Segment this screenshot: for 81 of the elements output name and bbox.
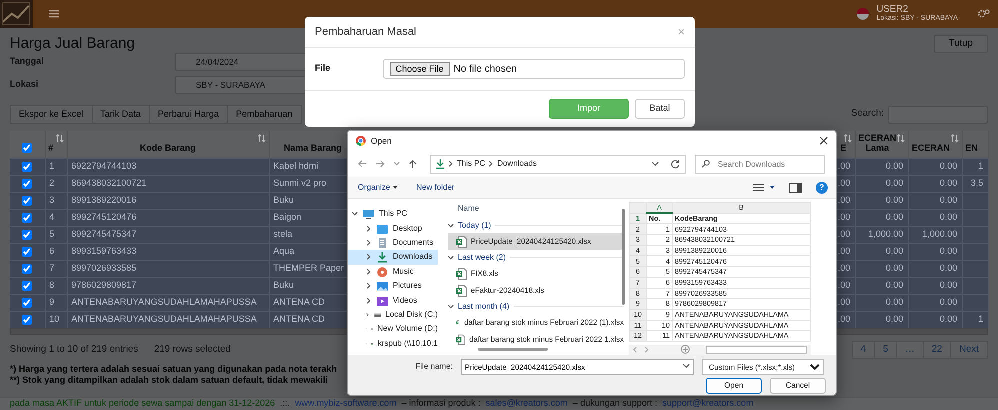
table-cell: 8992745120476 xyxy=(72,212,137,222)
table-cell: ANTENABARUYANGSUDAHLAMAHAPUSSA xyxy=(72,297,257,307)
table-cell: 0.00 xyxy=(940,314,958,324)
table-cell: Baigon xyxy=(274,212,302,222)
table-cell: .00 xyxy=(838,314,850,324)
table-cell: 1,000.00 xyxy=(922,229,958,239)
table-cell: .00 xyxy=(838,263,850,273)
search-label: Search: xyxy=(851,107,884,122)
table-cell: ANTENA CD xyxy=(274,297,326,307)
table-cell: .00 xyxy=(838,178,850,188)
dialog-title: Open xyxy=(371,134,393,148)
table-cell: 1,000.00 xyxy=(868,229,904,239)
table-cell: .00 xyxy=(838,195,850,205)
table-cell: 0.00 xyxy=(940,280,958,290)
table-cell: 0.00 xyxy=(886,246,904,256)
table-cell: THEMPER Paper xyxy=(274,263,344,273)
table-cell: stela xyxy=(274,229,293,239)
entries-info: Showing 1 to 10 of 219 entries xyxy=(10,343,138,357)
user-name: USER2 xyxy=(876,5,908,16)
table-cell: 0.00 xyxy=(940,195,958,205)
table-cell: ANTENABARUYANGSUDAHLAMAHAPUSSA xyxy=(72,314,257,324)
table-cell: 3 xyxy=(50,195,55,205)
table-cell: 8 xyxy=(50,280,55,290)
table-cell: 2 xyxy=(50,178,55,188)
table-cell: ANTENA CD xyxy=(274,314,326,324)
table-cell: .00 xyxy=(838,280,850,290)
table-cell: 0.00 xyxy=(886,161,904,171)
table-cell: 8992745475347 xyxy=(72,229,137,239)
table-cell: 0.00 xyxy=(940,246,958,256)
table-cell: 1 xyxy=(978,161,984,171)
table-cell: 10 xyxy=(50,314,60,324)
table-cell: 1 xyxy=(978,314,984,324)
table-cell: 0.00 xyxy=(940,161,958,171)
table-cell: 0.00 xyxy=(886,297,904,307)
table-cell: 0.00 xyxy=(886,314,904,324)
table-cell: Buku xyxy=(274,195,294,205)
table-cell: .00 xyxy=(838,246,850,256)
file-status: No file chosen xyxy=(454,62,518,76)
footer-text: pada masa AKTIF untuk periode sewa sampai dengan 31-12-2026 xyxy=(10,397,276,410)
table-cell: 0.00 xyxy=(940,297,958,307)
table-cell: 1 xyxy=(50,161,55,171)
table-cell: 6 xyxy=(50,246,55,256)
modal-title: Pembaharuan Masal xyxy=(315,24,417,40)
field-label: Lokasi xyxy=(10,78,40,92)
table-cell: .00 xyxy=(838,229,850,239)
table-cell: 8991389220016 xyxy=(72,195,137,205)
table-cell: Sunmi v2 pro xyxy=(274,178,327,188)
table-cell: 0.00 xyxy=(886,263,904,273)
table-cell: Buku xyxy=(274,280,294,290)
table-cell: 5 xyxy=(50,229,55,239)
table-cell: .00 xyxy=(838,297,850,307)
table-cell: 0.00 xyxy=(940,178,958,188)
table-cell: 0.00 xyxy=(886,178,904,188)
table-cell: 0.00 xyxy=(940,263,958,273)
field-label: File name: xyxy=(414,361,453,373)
table-cell: 9 xyxy=(50,297,55,307)
table-cell: 0.00 xyxy=(886,212,904,222)
footnote: *) Harga yang tertera adalah sesuai satuan yang digunakan pada nota terakh xyxy=(10,364,338,376)
table-cell: Kabel hdmi xyxy=(274,161,319,171)
table-cell: 7 xyxy=(50,263,55,273)
selection-info: 219 rows selected xyxy=(154,343,231,357)
footer-text: – informasi produk : xyxy=(402,397,481,410)
table-cell: 8993159763433 xyxy=(72,246,137,256)
footer-text: – dukungan support : xyxy=(572,397,658,410)
table-cell: Aqua xyxy=(274,246,295,256)
field-label: Tanggal xyxy=(10,55,45,68)
table-cell: 0.00 xyxy=(886,280,904,290)
table-cell: 6922794744103 xyxy=(72,161,137,171)
table-cell: 3.5 xyxy=(970,178,984,188)
table-cell: 8997026933585 xyxy=(72,263,137,273)
footnote: **) Stok yang ditampilkan adalah stok dalam satuan default, tidak mewakili xyxy=(10,375,328,386)
table-cell: 9786029809817 xyxy=(72,280,137,290)
table-cell: 869438032100721 xyxy=(72,178,147,188)
table-cell: 0.00 xyxy=(886,195,904,205)
page-title: Harga Jual Barang xyxy=(10,35,136,53)
field-label: File xyxy=(315,62,332,76)
table-cell: 0.00 xyxy=(940,212,958,222)
footer-text: .::. xyxy=(280,397,290,410)
table-cell: .00 xyxy=(838,212,850,222)
table-cell: .00 xyxy=(838,161,850,171)
table-cell: 4 xyxy=(50,212,55,222)
